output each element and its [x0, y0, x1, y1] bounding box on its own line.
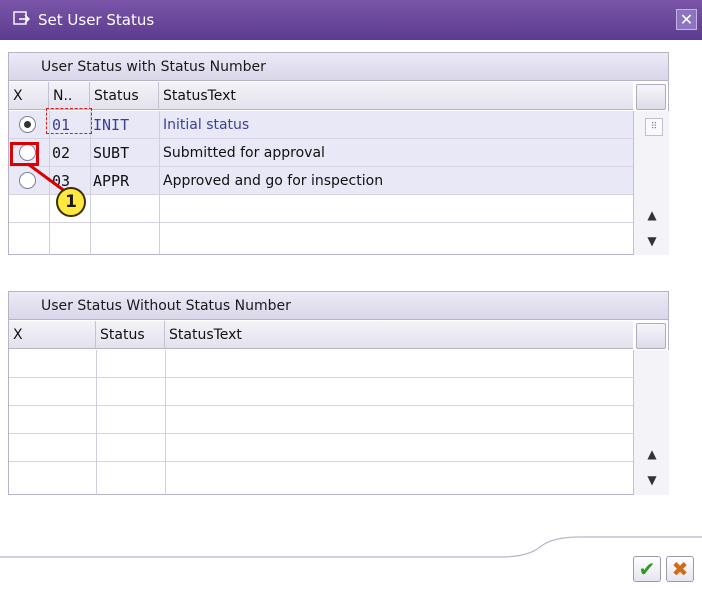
status-text: Submitted for approval [163, 145, 325, 161]
status-text: Initial status [163, 117, 250, 133]
table-settings-button[interactable] [636, 323, 666, 349]
cancel-icon: ✖ [671, 557, 689, 581]
column-divider [165, 350, 166, 495]
status-dialog-icon [13, 11, 30, 25]
table-settings-button[interactable] [636, 84, 666, 110]
status-text: Approved and go for inspection [163, 173, 384, 189]
column-divider [159, 111, 160, 255]
table-row-empty [9, 462, 633, 490]
col-text-header[interactable]: StatusText [159, 82, 633, 110]
panel-title: User Status with Status Number [9, 53, 668, 81]
status-code: SUBT [93, 144, 130, 162]
status-code: INIT [93, 116, 130, 134]
col-select-header[interactable]: X [9, 321, 96, 349]
table-row-empty [9, 378, 633, 406]
status-with-number-panel: User Status with Status Number X N.. Sta… [8, 52, 669, 255]
scroll-down-icon[interactable]: ▼ [642, 231, 662, 251]
status-without-number-panel: User Status Without Status Number X Stat… [8, 291, 669, 495]
col-select-header[interactable]: X [9, 82, 49, 110]
status-code: APPR [93, 172, 130, 190]
table-row[interactable]: 03 APPR Approved and go for inspection [9, 167, 633, 195]
column-divider [96, 350, 97, 495]
focus-indicator [46, 108, 92, 134]
scroll-up-icon[interactable]: ▲ [642, 444, 662, 464]
checkmark-icon: ✔ [638, 557, 656, 581]
table-row-empty [9, 406, 633, 434]
scroll-down-icon[interactable]: ▼ [642, 470, 662, 490]
vertical-scrollbar[interactable]: ▲ ▼ [633, 350, 669, 495]
footer-divider [0, 536, 702, 558]
table-row[interactable]: 02 SUBT Submitted for approval [9, 139, 633, 167]
table-row-empty [9, 434, 633, 462]
ok-button[interactable]: ✔ [633, 556, 661, 582]
table-row-empty [9, 195, 633, 223]
col-status-header[interactable]: Status [96, 321, 165, 349]
table-row-empty [9, 223, 633, 251]
title-bar: Set User Status ✕ [0, 0, 702, 40]
col-number-header[interactable]: N.. [49, 82, 90, 110]
callout-step-badge: 1 [56, 187, 86, 217]
table-row-empty [9, 350, 633, 378]
table-header: X N.. Status StatusText [9, 82, 633, 110]
close-icon[interactable]: ✕ [676, 9, 697, 30]
table-row[interactable]: 01 INIT Initial status [9, 111, 633, 139]
table-header: X Status StatusText [9, 321, 633, 349]
cancel-button[interactable]: ✖ [666, 556, 694, 582]
col-status-header[interactable]: Status [90, 82, 159, 110]
scroll-grip-icon[interactable]: ⠿ [645, 118, 663, 136]
window-title: Set User Status [38, 11, 155, 29]
scroll-up-icon[interactable]: ▲ [642, 205, 662, 225]
panel-title: User Status Without Status Number [9, 292, 668, 320]
col-text-header[interactable]: StatusText [165, 321, 633, 349]
status-radio-01[interactable] [19, 116, 36, 133]
